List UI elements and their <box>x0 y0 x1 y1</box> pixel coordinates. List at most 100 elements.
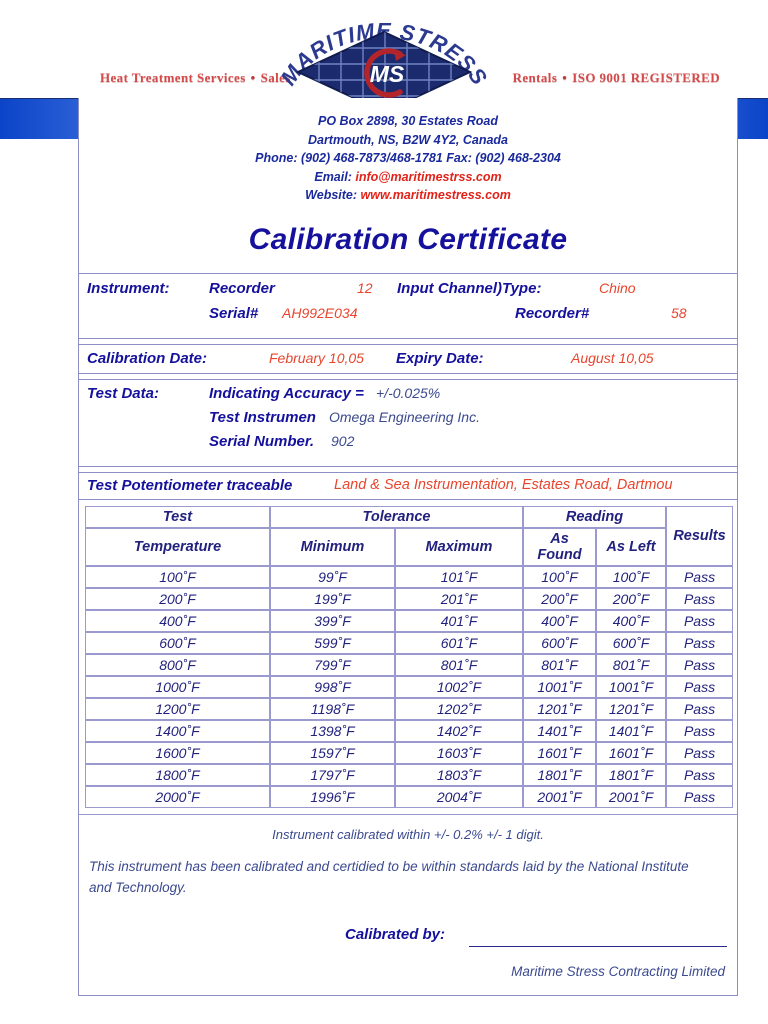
cell-maximum: 1002˚F <box>395 675 523 698</box>
signature-line[interactable] <box>469 945 727 947</box>
instrument-make: Chino <box>599 279 636 296</box>
instrument-channel-count: 12 <box>357 279 373 296</box>
email-line: Email: info@maritimestrss.com <box>79 168 737 187</box>
table-row: 400˚F 399˚F 401˚F 400˚F 400˚F Pass <box>85 609 734 632</box>
table-head: Test Tolerance Reading Results Temperatu… <box>85 505 734 566</box>
cell-maximum: 1803˚F <box>395 763 523 786</box>
cell-minimum: 199˚F <box>270 587 395 610</box>
header-temperature: Temperature <box>85 527 270 566</box>
cell-as-left: 1401˚F <box>596 719 667 742</box>
header-minimum: Minimum <box>270 527 395 566</box>
tagline-left: Heat Treatment Services • Sales <box>100 70 291 86</box>
email-value[interactable]: info@maritimestrss.com <box>355 170 501 184</box>
test-serial-label: Serial Number. <box>209 432 315 450</box>
serial-value: AH992E034 <box>282 304 358 321</box>
cell-as-left: 1201˚F <box>596 697 667 720</box>
cell-result: Pass <box>666 587 734 610</box>
table-body: 100˚F 99˚F 101˚F 100˚F 100˚F Pass 200˚F 199˚F 20… <box>85 565 734 808</box>
cell-as-found: 801˚F <box>523 653 596 676</box>
header-as-left: As Left <box>596 527 667 566</box>
table-row: 1400˚F 1398˚F 1402˚F 1401˚F 1401˚F Pass <box>85 719 734 742</box>
instrument-row-2: Serial# AH992E034 Recorder# 58 <box>79 305 737 330</box>
recorder-number-label: Recorder# <box>515 304 590 322</box>
test-instrument-value: Omega Engineering Inc. <box>329 408 480 425</box>
table-row: 2000˚F 1996˚F 2004˚F 2001˚F 2001˚F Pass <box>85 785 734 808</box>
cell-maximum: 2004˚F <box>395 785 523 808</box>
cell-as-left: 600˚F <box>596 631 667 654</box>
traceability-block: Test Potentiometer traceable Land & Sea … <box>79 471 737 500</box>
test-serial-value: 902 <box>331 432 355 449</box>
website-line: Website: www.maritimestress.com <box>79 186 737 205</box>
cell-as-left: 1001˚F <box>596 675 667 698</box>
tagline-heat-treatment: Heat Treatment Services <box>100 70 246 85</box>
cell-temperature: 1400˚F <box>85 719 270 742</box>
tagline-rentals: Rentals <box>512 70 558 85</box>
cell-as-found: 2001˚F <box>523 785 596 808</box>
cell-result: Pass <box>666 653 734 676</box>
cell-as-found: 100˚F <box>523 565 596 588</box>
website-label: Website: <box>305 188 358 202</box>
cell-maximum: 801˚F <box>395 653 523 676</box>
cell-result: Pass <box>666 741 734 764</box>
cell-as-left: 801˚F <box>596 653 667 676</box>
letterhead: Heat Treatment Services • Sales MARITIME S… <box>0 0 768 114</box>
cell-maximum: 1202˚F <box>395 697 523 720</box>
calibration-note: Instrument calibrated within +/- 0.2% +/… <box>272 826 544 842</box>
cell-as-found: 1801˚F <box>523 763 596 786</box>
cell-maximum: 401˚F <box>395 609 523 632</box>
cell-minimum: 1198˚F <box>270 697 395 720</box>
instrument-label: Instrument: <box>87 279 170 297</box>
header-tolerance: Tolerance <box>270 505 523 528</box>
cell-temperature: 200˚F <box>85 587 270 610</box>
website-value[interactable]: www.maritimestress.com <box>361 188 511 202</box>
standards-statement-line-1: This instrument has been calibrated and … <box>89 858 689 874</box>
cell-as-left: 100˚F <box>596 565 667 588</box>
table-row: 800˚F 799˚F 801˚F 801˚F 801˚F Pass <box>85 653 734 676</box>
address-line-1: PO Box 2898, 30 Estates Road <box>318 114 498 128</box>
cell-result: Pass <box>666 785 734 808</box>
cell-minimum: 399˚F <box>270 609 395 632</box>
cell-temperature: 100˚F <box>85 565 270 588</box>
instrument-block: Instrument: Recorder 12 Input Channel)Ty… <box>79 272 737 339</box>
footer-block: Instrument calibrated within +/- 0.2% +/… <box>79 813 737 995</box>
cell-temperature: 1200˚F <box>85 697 270 720</box>
instrument-row-1: Instrument: Recorder 12 Input Channel)Ty… <box>79 280 737 305</box>
cell-as-found: 600˚F <box>523 631 596 654</box>
cell-maximum: 1603˚F <box>395 741 523 764</box>
page-title: Calibration Certificate <box>248 222 568 256</box>
cell-as-found: 1201˚F <box>523 697 596 720</box>
header-test: Test <box>85 505 270 528</box>
tagline-right: Rentals • ISO 9001 REGISTERED <box>513 70 720 86</box>
standards-statement-line-2: and Technology. <box>89 879 187 895</box>
cell-temperature: 400˚F <box>85 609 270 632</box>
dates-block: Calibration Date: February 10,05 Expiry … <box>79 343 737 374</box>
traceability-label: Test Potentiometer traceable <box>87 476 293 494</box>
cell-temperature: 600˚F <box>85 631 270 654</box>
cell-as-left: 1801˚F <box>596 763 667 786</box>
header-maximum: Maximum <box>395 527 523 566</box>
table-header-row-group: Test Tolerance Reading Results <box>85 505 734 566</box>
table-row: 1800˚F 1797˚F 1803˚F 1801˚F 1801˚F Pass <box>85 763 734 786</box>
table-header-row-sub: Temperature Minimum Maximum As Found As … <box>85 527 733 566</box>
calibration-date-value: February 10,05 <box>269 349 364 366</box>
cell-as-left: 400˚F <box>596 609 667 632</box>
test-data-row-instrument: Test Instrumen Omega Engineering Inc. <box>79 409 737 433</box>
table-row: 1600˚F 1597˚F 1603˚F 1601˚F 1601˚F Pass <box>85 741 734 764</box>
header-reading: Reading <box>523 505 667 528</box>
calibration-date-label: Calibration Date: <box>87 349 208 367</box>
cell-maximum: 201˚F <box>395 587 523 610</box>
cell-as-found: 1401˚F <box>523 719 596 742</box>
expiry-date-label: Expiry Date: <box>396 349 484 367</box>
cell-temperature: 800˚F <box>85 653 270 676</box>
traceability-value: Land & Sea Instrumentation, Estates Road… <box>334 476 673 493</box>
cell-as-found: 400˚F <box>523 609 596 632</box>
accuracy-label: Indicating Accuracy = <box>209 384 364 402</box>
address-line-2: Dartmouth, NS, B2W 4Y2, Canada <box>307 132 509 147</box>
cell-minimum: 1797˚F <box>270 763 395 786</box>
cell-temperature: 1000˚F <box>85 675 270 698</box>
cell-as-found: 200˚F <box>523 587 596 610</box>
cell-result: Pass <box>666 697 734 720</box>
cell-result: Pass <box>666 763 734 786</box>
table-row: 1000˚F 998˚F 1002˚F 1001˚F 1001˚F Pass <box>85 675 734 698</box>
cell-minimum: 799˚F <box>270 653 395 676</box>
